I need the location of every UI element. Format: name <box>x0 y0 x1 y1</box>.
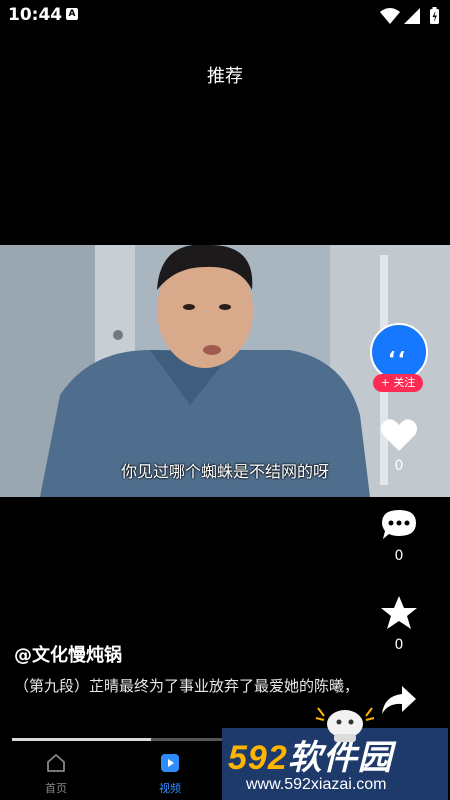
signal-icon <box>404 8 420 24</box>
video-play-icon <box>161 754 179 772</box>
home-icon <box>47 754 65 772</box>
video-progress-bar[interactable] <box>12 738 222 741</box>
heart-icon <box>380 419 418 451</box>
side-action-bar: ‘‘ + 关注 0 0 0 <box>370 320 450 740</box>
author-name[interactable]: @文化慢炖锅 <box>14 641 122 667</box>
like-action[interactable]: 0 <box>370 418 428 474</box>
nav-home[interactable]: 首页 <box>26 752 86 796</box>
favorite-action[interactable]: 0 <box>370 595 428 653</box>
gamepad-mascot-icon <box>312 704 378 744</box>
nav-video[interactable]: 视频 <box>140 752 200 796</box>
favorite-count: 0 <box>394 637 404 653</box>
wifi-icon <box>380 8 400 24</box>
status-bar: 10:44 A <box>0 0 450 32</box>
video-progress-fill <box>12 738 151 741</box>
status-time: 10:44 <box>8 5 63 25</box>
share-action[interactable] <box>370 684 428 720</box>
video-caption: （第九段）芷晴最终为了事业放弃了最爱她的陈曦， <box>14 677 360 695</box>
comment-count: 0 <box>394 548 404 564</box>
nav-video-label: 视频 <box>159 782 181 795</box>
accessibility-badge-icon: A <box>66 8 78 20</box>
star-icon <box>381 596 417 629</box>
page-title: 推荐 <box>207 66 243 87</box>
follow-button[interactable]: + 关注 <box>373 374 423 392</box>
nav-home-label: 首页 <box>45 782 67 795</box>
status-icons <box>378 6 442 26</box>
avatar-face-icon: ‘‘ <box>388 347 408 371</box>
watermark-url: www.592xiazai.com <box>246 776 387 793</box>
comment-icon <box>382 510 416 539</box>
author-avatar[interactable]: ‘‘ <box>370 323 428 381</box>
battery-icon <box>430 7 439 24</box>
like-count: 0 <box>394 458 404 474</box>
share-arrow-icon <box>382 686 416 714</box>
comment-action[interactable]: 0 <box>370 508 428 564</box>
